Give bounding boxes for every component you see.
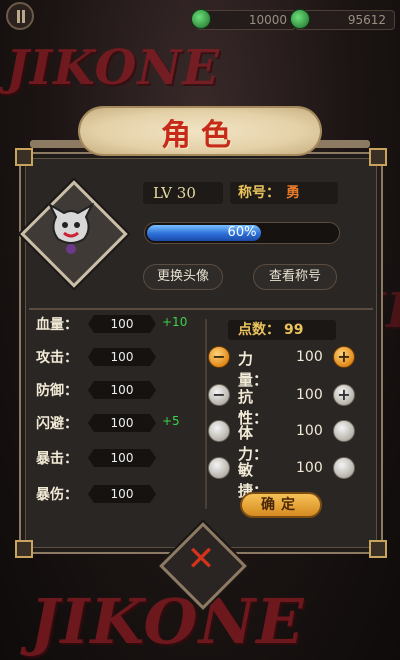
increase-button[interactable]: +: [333, 384, 355, 406]
corner-ornament: [15, 148, 33, 166]
decrease-button[interactable]: −: [208, 346, 230, 368]
corner-ornament: [15, 540, 33, 558]
stat-value: 100: [88, 485, 156, 503]
corner-ornament: [369, 148, 387, 166]
exp-percent: 60%: [227, 225, 257, 240]
stat-bonus: +5: [162, 414, 180, 428]
corner-ornament: [369, 540, 387, 558]
stat-label: 攻击：: [36, 350, 78, 366]
available-points: 点数： 99: [228, 320, 336, 340]
player-title: 称号： 勇: [230, 182, 338, 204]
close-icon[interactable]: ✕: [186, 542, 216, 576]
pause-icon[interactable]: [6, 2, 34, 30]
points-label: 点数：: [238, 322, 280, 338]
panel-title: 角色: [161, 118, 241, 153]
exp-bar: 60%: [144, 222, 340, 244]
gem-icon: [290, 9, 310, 29]
confirm-button[interactable]: 确定: [240, 492, 322, 518]
stat-label: 闪避：: [36, 416, 78, 432]
stat-value: 100: [88, 348, 156, 366]
divider: [29, 308, 373, 310]
decrease-button[interactable]: [208, 457, 230, 479]
resource-counter-1: 10000: [191, 9, 296, 30]
divider: [205, 319, 207, 509]
decrease-button[interactable]: −: [208, 384, 230, 406]
stat-label: 暴击：: [36, 451, 78, 467]
stat-value: 100: [88, 315, 156, 333]
alloc-label: 体力：: [238, 424, 269, 463]
resource-1-value: 10000: [248, 13, 287, 27]
title-banner: 角色: [30, 100, 370, 160]
alloc-value: 100: [296, 423, 323, 439]
avatar: [48, 203, 94, 254]
watermark-logo: JIKONE: [30, 585, 305, 658]
resource-bar: 10000 95612: [0, 0, 400, 38]
resource-counter-2: 95612: [290, 9, 395, 30]
gem-icon: [191, 9, 211, 29]
increase-button[interactable]: [333, 420, 355, 442]
stat-value: 100: [88, 449, 156, 467]
points-value: 99: [284, 322, 304, 338]
alloc-value: 100: [296, 387, 323, 403]
stat-label: 防御：: [36, 383, 78, 399]
stat-label: 血量：: [36, 317, 78, 333]
stat-value: 100: [88, 381, 156, 399]
watermark-logo: JIKONE: [6, 40, 220, 96]
stat-value: 100: [88, 414, 156, 432]
resource-2-value: 95612: [347, 13, 386, 27]
alloc-label: 力量：: [238, 350, 269, 389]
change-avatar-button[interactable]: 更换头像: [143, 264, 223, 290]
increase-button[interactable]: +: [333, 346, 355, 368]
alloc-value: 100: [296, 349, 323, 365]
stat-label: 暴伤：: [36, 487, 78, 503]
level-label: LV 30: [143, 182, 223, 204]
increase-button[interactable]: [333, 457, 355, 479]
view-titles-button[interactable]: 查看称号: [253, 264, 337, 290]
decrease-button[interactable]: [208, 420, 230, 442]
player-title-label: 称号：: [238, 185, 280, 201]
player-title-value: 勇: [286, 185, 300, 201]
stat-bonus: +10: [162, 315, 188, 329]
alloc-value: 100: [296, 460, 323, 476]
